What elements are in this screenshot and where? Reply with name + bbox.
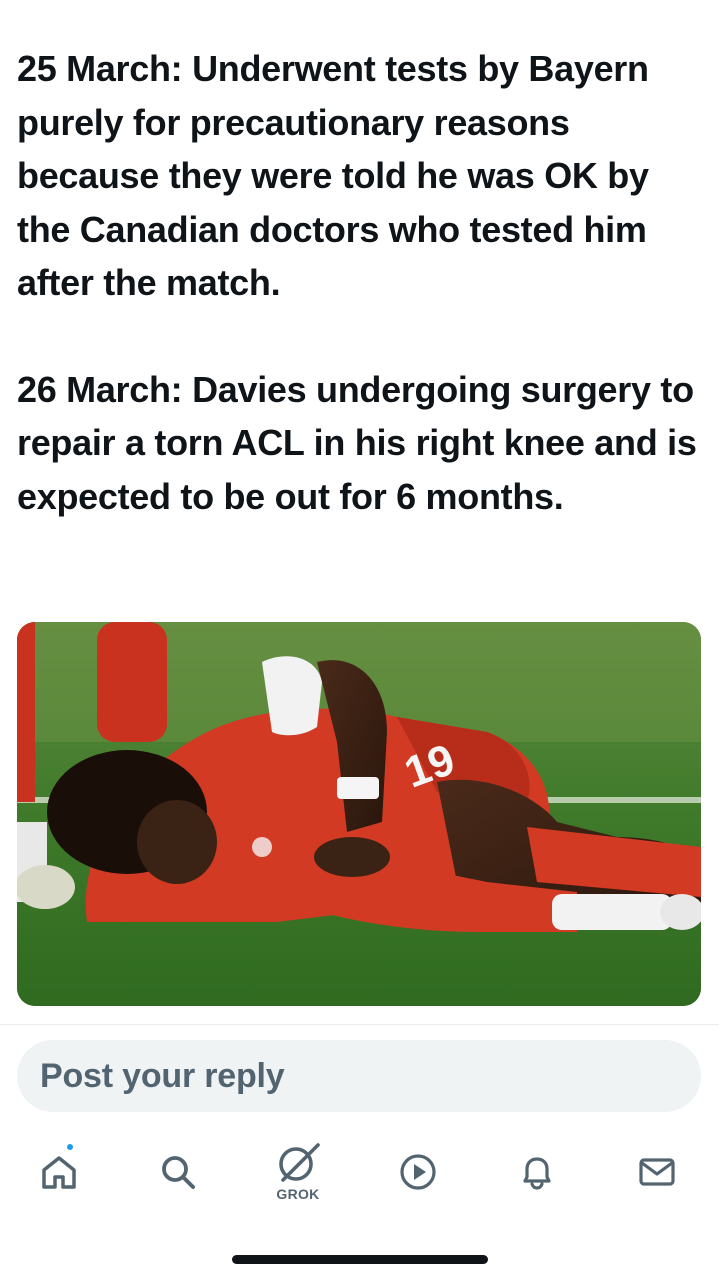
- bottom-nav: GROK: [0, 1136, 719, 1216]
- home-icon: [42, 1156, 76, 1189]
- grok-label: GROK: [276, 1186, 320, 1202]
- post-text: 25 March: Underwent tests by Bayern pure…: [17, 42, 707, 523]
- bell-icon: [523, 1157, 551, 1190]
- reply-placeholder: Post your reply: [40, 1056, 285, 1095]
- post-paragraph-2: 26 March: Davies undergoing surgery to r…: [17, 368, 697, 517]
- post-image[interactable]: 19: [17, 622, 701, 1006]
- nav-search[interactable]: [146, 1136, 210, 1208]
- home-indicator: [232, 1255, 488, 1264]
- nav-videos[interactable]: [386, 1136, 450, 1208]
- play-icon: [400, 1154, 436, 1190]
- nav-home[interactable]: [27, 1136, 91, 1208]
- reply-divider: [0, 1024, 719, 1025]
- injured-player-photo: 19: [17, 622, 701, 1006]
- nav-messages[interactable]: [625, 1136, 689, 1208]
- reply-input[interactable]: Post your reply: [17, 1040, 701, 1112]
- nav-grok[interactable]: GROK: [266, 1136, 330, 1208]
- home-badge: [65, 1142, 75, 1152]
- search-icon: [162, 1156, 195, 1189]
- post-paragraph-1: 25 March: Underwent tests by Bayern pure…: [17, 48, 649, 303]
- grok-icon: [279, 1143, 320, 1182]
- nav-notifications[interactable]: [505, 1136, 569, 1208]
- mail-icon: [639, 1158, 675, 1186]
